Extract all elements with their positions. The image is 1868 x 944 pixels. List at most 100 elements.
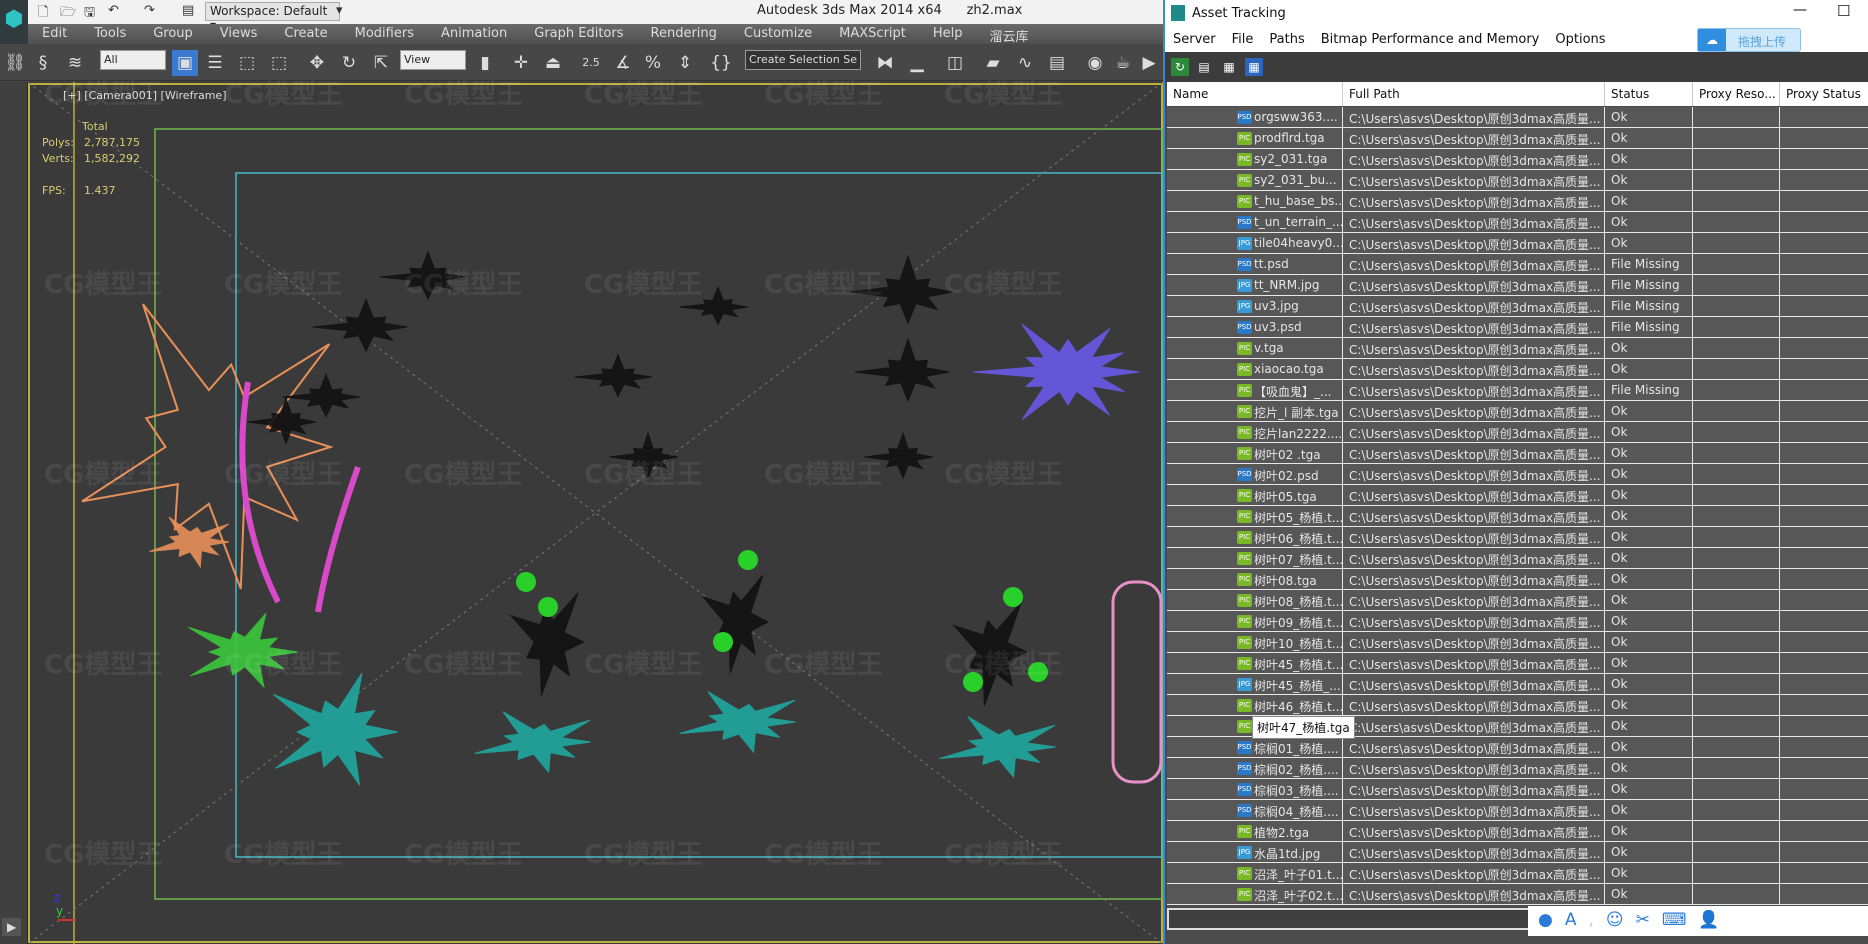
font-icon[interactable]: A [1565, 910, 1577, 932]
chevron-down-icon[interactable]: ▾ [336, 3, 343, 18]
table-row[interactable]: JPG tile04heavy0... C:\Users\asvs\Desktop… [1167, 233, 1868, 254]
move-icon[interactable]: ✥ [304, 50, 330, 76]
project-folder-icon[interactable]: ▤ [182, 3, 194, 18]
percent-snap-icon[interactable]: % [640, 50, 666, 76]
material-editor-icon[interactable]: ◉ [1082, 50, 1108, 76]
table-row[interactable]: PIC sy2_031_bu... C:\Users\asvs\Desktop\原… [1167, 170, 1868, 191]
scissors-icon[interactable]: ✂ [1636, 910, 1650, 932]
keyboard-shortcut-icon[interactable]: ⏏ [540, 50, 566, 76]
table-row[interactable]: PIC 树叶08.tga C:\Users\asvs\Desktop\原创3dma… [1167, 569, 1868, 590]
table-row[interactable]: PSD uv3.psd C:\Users\asvs\Desktop\原创3dmax… [1167, 317, 1868, 338]
person-icon[interactable]: 👤 [1698, 910, 1719, 932]
menu-tools[interactable]: Tools [80, 24, 139, 44]
emoji-icon[interactable]: ☺ [1606, 910, 1624, 932]
menu-edit[interactable]: Edit [28, 24, 80, 44]
undo-icon[interactable]: ↶ [108, 3, 119, 18]
table-row[interactable]: PIC 树叶06_杨植.t... C:\Users\asvs\Desktop\原创… [1167, 527, 1868, 548]
column-name[interactable]: Name [1167, 82, 1343, 106]
menu-animation[interactable]: Animation [427, 24, 520, 44]
table-row[interactable]: PSD orgsww363.... C:\Users\asvs\Desktop\原… [1167, 107, 1868, 128]
table-row[interactable]: JPG 水晶1td.jpg C:\Users\asvs\Desktop\原创3dm… [1167, 842, 1868, 863]
table-row[interactable]: PIC t_hu_base_bs... C:\Users\asvs\Desktop… [1167, 191, 1868, 212]
table-row[interactable]: PIC 树叶05_杨植.t... C:\Users\asvs\Desktop\原创… [1167, 506, 1868, 527]
maximize-button[interactable]: ☐ [1837, 2, 1850, 20]
table-row[interactable]: PSD 棕榈03_杨植.... C:\Users\asvs\Desktop\原创3… [1167, 779, 1868, 800]
table-row[interactable]: PSD tt.psd C:\Users\asvs\Desktop\原创3dmax高… [1167, 254, 1868, 275]
named-selection-dropdown[interactable]: Create Selection Se [745, 50, 861, 70]
select-object-icon[interactable]: ▣ [172, 50, 198, 76]
menu-server[interactable]: Server [1165, 27, 1224, 52]
column-status[interactable]: Status [1605, 82, 1693, 106]
save-icon[interactable]: 🖫 [84, 3, 95, 25]
thumbnail-view-icon[interactable]: ▦ [1220, 58, 1238, 76]
scale-icon[interactable]: ⇱ [368, 50, 394, 76]
table-view-icon[interactable]: ▦ [1245, 58, 1263, 76]
curve-editor-icon[interactable]: ∿ [1012, 50, 1038, 76]
table-row[interactable]: JPG tt_NRM.jpg C:\Users\asvs\Desktop\原创3d… [1167, 275, 1868, 296]
table-row[interactable]: PIC 树叶07_杨植.t... C:\Users\asvs\Desktop\原创… [1167, 548, 1868, 569]
selection-filter-dropdown[interactable]: All [100, 50, 166, 70]
table-row[interactable]: PIC 树叶02 .tga C:\Users\asvs\Desktop\原创3dm… [1167, 443, 1868, 464]
window-crossing-icon[interactable]: ⬚ [266, 50, 292, 76]
table-row[interactable]: PIC 树叶45_杨植.t... C:\Users\asvs\Desktop\原创… [1167, 653, 1868, 674]
new-file-icon[interactable]: 🗋 [38, 3, 48, 25]
menu-rendering[interactable]: Rendering [637, 24, 730, 44]
table-row[interactable]: PIC 树叶10_杨植.t... C:\Users\asvs\Desktop\原创… [1167, 632, 1868, 653]
reference-coord-dropdown[interactable]: View [400, 50, 466, 70]
menu-create[interactable]: Create [270, 24, 340, 44]
menu-help[interactable]: Help [919, 24, 976, 44]
align-icon[interactable]: ▁ [904, 50, 930, 76]
menu-views[interactable]: Views [206, 24, 271, 44]
table-row[interactable]: PIC 沼泽_叶子02.t... C:\Users\asvs\Desktop\原创… [1167, 884, 1868, 905]
menu-graph-editors[interactable]: Graph Editors [520, 24, 636, 44]
schematic-view-icon[interactable]: ▤ [1044, 50, 1070, 76]
column-full-path[interactable]: Full Path [1343, 82, 1605, 106]
table-row[interactable]: PIC 挖片_l 副本.tga C:\Users\asvs\Desktop\原创3… [1167, 401, 1868, 422]
table-row[interactable]: PIC prodflrd.tga C:\Users\asvs\Desktop\原创… [1167, 128, 1868, 149]
column-proxy-status[interactable]: Proxy Status [1780, 82, 1868, 106]
menu-modifiers[interactable]: Modifiers [341, 24, 427, 44]
scene-explorer-icon[interactable]: ▰ [980, 50, 1006, 76]
camera-viewport[interactable]: z y [+] [Camera001] [Wireframe] Total Po… [28, 80, 1163, 944]
render-icon[interactable]: ▶ [1136, 50, 1162, 76]
table-row[interactable]: PSD 树叶02.psd C:\Users\asvs\Desktop\原创3dma… [1167, 464, 1868, 485]
open-file-icon[interactable]: 🗁 [60, 3, 76, 25]
render-setup-icon[interactable]: ☕ [1110, 50, 1136, 76]
table-row[interactable]: PIC v.tga C:\Users\asvs\Desktop\原创3dmax高质… [1167, 338, 1868, 359]
edit-named-selection-icon[interactable]: {} [708, 50, 734, 76]
table-row[interactable]: PIC 【吸血鬼】_... C:\Users\asvs\Desktop\原创3dm… [1167, 380, 1868, 401]
table-row[interactable]: PSD t_un_terrain_... C:\Users\asvs\Deskto… [1167, 212, 1868, 233]
redo-icon[interactable]: ↷ [144, 3, 155, 18]
table-row[interactable]: PSD 棕榈01_杨植.... C:\Users\asvs\Desktop\原创3… [1167, 737, 1868, 758]
minimize-button[interactable]: — [1793, 2, 1807, 18]
punctuation-icon[interactable]: , [1588, 910, 1593, 932]
app-logo-icon[interactable]: ⬢ [0, 0, 28, 44]
table-row[interactable]: PIC sy2_031.tga C:\Users\asvs\Desktop\原创3… [1167, 149, 1868, 170]
menu-liuyunku[interactable]: 溜云库 [976, 24, 1042, 45]
table-row[interactable]: PIC 植物2.tga C:\Users\asvs\Desktop\原创3dmax… [1167, 821, 1868, 842]
workspace-dropdown[interactable]: Workspace: Default ▾ [205, 2, 340, 32]
bind-space-warp-icon[interactable]: ≋ [62, 50, 88, 76]
expand-panel-button[interactable]: ▶ [2, 918, 22, 936]
menu-file[interactable]: File [1224, 27, 1262, 52]
upload-button[interactable]: ☁ 拖拽上传 [1697, 28, 1801, 52]
table-row[interactable]: JPG uv3.jpg C:\Users\asvs\Desktop\原创3dmax… [1167, 296, 1868, 317]
link-icon[interactable]: ⛓ [2, 50, 28, 76]
column-proxy-resolution[interactable]: Proxy Reso... [1693, 82, 1780, 106]
table-row[interactable]: PSD 棕榈02_杨植.... C:\Users\asvs\Desktop\原创3… [1167, 758, 1868, 779]
menu-paths[interactable]: Paths [1261, 27, 1312, 52]
rotate-icon[interactable]: ↻ [336, 50, 362, 76]
table-row[interactable]: PIC 树叶09_杨植.t... C:\Users\asvs\Desktop\原创… [1167, 611, 1868, 632]
manipulate-icon[interactable]: ✛ [508, 50, 534, 76]
rect-selection-icon[interactable]: ⬚ [234, 50, 260, 76]
user-icon[interactable]: ● [1538, 910, 1553, 932]
table-row[interactable]: PIC xiaocao.tga C:\Users\asvs\Desktop\原创3… [1167, 359, 1868, 380]
layer-manager-icon[interactable]: ◫ [942, 50, 968, 76]
unlink-icon[interactable]: § [30, 50, 56, 76]
table-row[interactable]: PIC 树叶08_杨植.t... C:\Users\asvs\Desktop\原创… [1167, 590, 1868, 611]
table-row[interactable]: PIC 树叶46_杨植.t... C:\Users\asvs\Desktop\原创… [1167, 695, 1868, 716]
select-by-name-icon[interactable]: ☰ [202, 50, 228, 76]
mirror-icon[interactable]: ⧓ [872, 50, 898, 76]
menu-options[interactable]: Options [1547, 27, 1613, 52]
menu-bitmap-performance[interactable]: Bitmap Performance and Memory [1313, 27, 1548, 52]
